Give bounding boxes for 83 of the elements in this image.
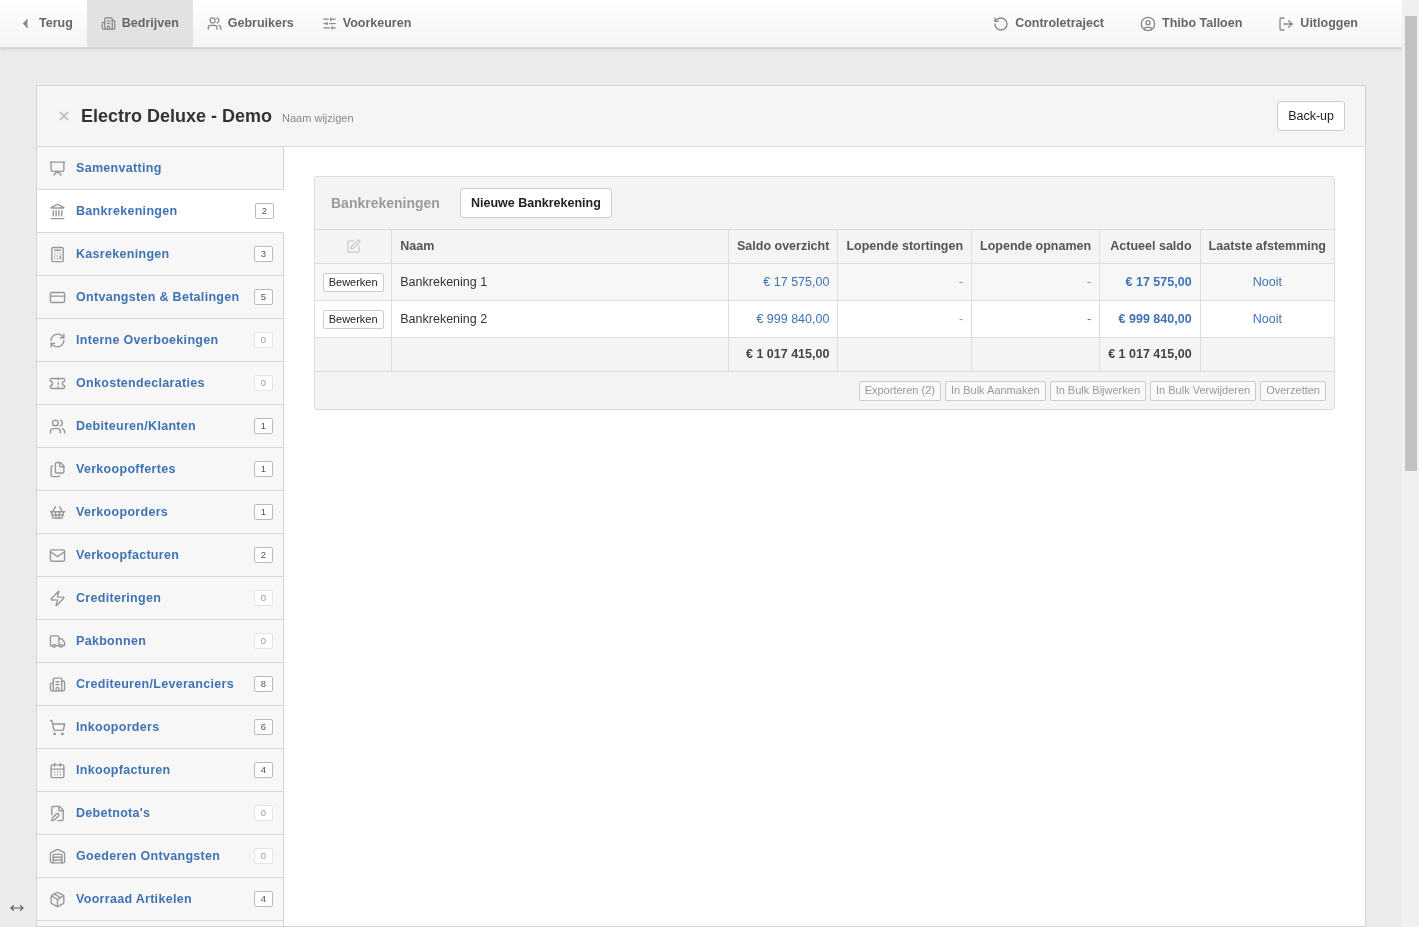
cell-link[interactable]: € 999 840,00 (756, 312, 830, 326)
nav-link[interactable]: Controletraject (979, 0, 1119, 47)
cart-icon (49, 718, 66, 736)
documents-icon (49, 460, 66, 478)
count-badge: 0 (254, 332, 273, 348)
table-cell: - (1087, 275, 1092, 289)
cell-link[interactable]: € 999 840,00 (1118, 312, 1192, 326)
table-cell: Bankrekening 1 (400, 275, 488, 289)
column-header: Laatste afstemming (1200, 229, 1334, 264)
count-badge: 0 (254, 590, 273, 606)
count-badge: 0 (254, 375, 273, 391)
envelope-icon (49, 546, 66, 564)
count-badge: 6 (254, 719, 273, 735)
basket-icon (49, 503, 66, 521)
count-badge: 0 (254, 805, 273, 821)
new-account-button[interactable]: Nieuwe Bankrekening (459, 188, 612, 218)
backup-button[interactable]: Back-up (1277, 101, 1345, 131)
count-badge: 0 (254, 848, 273, 864)
buildings-icon (49, 675, 66, 693)
nav-tab[interactable]: Terug (4, 0, 87, 47)
logout-icon (1278, 15, 1295, 32)
bulk-action-button[interactable]: In Bulk Aanmaken (944, 380, 1046, 401)
table-cell: - (1087, 312, 1092, 326)
cell-link[interactable]: Nooit (1252, 275, 1282, 289)
rename-link[interactable]: Naam wijzigen (282, 109, 354, 126)
count-badge: 4 (254, 891, 273, 907)
refresh-arrows-icon (49, 331, 66, 349)
presentation-board-icon (49, 159, 66, 177)
bulk-action-button[interactable]: Exporteren (2) (858, 380, 941, 401)
sidebar-item[interactable]: Bankrekeningen 2 (37, 190, 284, 233)
user-circle-icon (1140, 15, 1157, 32)
nav-tab[interactable]: Bedrijven (86, 0, 193, 47)
close-icon[interactable] (57, 109, 71, 123)
count-badge: 1 (254, 418, 273, 434)
count-badge: 5 (254, 289, 273, 305)
table-cell: - (958, 312, 964, 326)
cell-link[interactable]: € 17 575,00 (763, 275, 830, 289)
cash-register-icon (49, 245, 66, 263)
bulk-action-button[interactable]: In Bulk Bijwerken (1049, 380, 1146, 401)
buildings-icon (100, 16, 116, 31)
total-cell: € 1 017 415,00 (745, 347, 830, 362)
calendar-icon (49, 761, 66, 779)
cell-link[interactable]: Nooit (1252, 312, 1282, 326)
column-header: Lopende stortingen (837, 229, 972, 264)
undo-arrow-icon (993, 15, 1010, 32)
edit-button[interactable]: Bewerken (322, 309, 384, 329)
document-pen-icon (49, 804, 66, 822)
sliders-icon (321, 16, 337, 31)
count-badge: 8 (254, 676, 273, 692)
cell-link[interactable]: € 17 575,00 (1125, 275, 1192, 289)
column-header: Saldo overzicht (728, 229, 838, 264)
people-icon (206, 16, 222, 31)
bulk-action-button[interactable]: Overzetten (1260, 380, 1326, 401)
scrollbar-thumb[interactable] (1404, 16, 1417, 471)
column-header: Actueel saldo (1099, 229, 1201, 264)
panel-title: Bankrekeningen (331, 193, 440, 213)
count-badge: 3 (254, 246, 273, 262)
table-cell: Bankrekening 2 (400, 312, 488, 326)
scrollbar[interactable] (1402, 0, 1419, 927)
edit-icon (345, 239, 361, 254)
column-header: Naam (391, 229, 729, 264)
count-badge: 2 (254, 547, 273, 563)
table-cell: - (958, 275, 964, 289)
box-icon (49, 890, 66, 908)
nav-tab[interactable]: Voorkeuren (307, 0, 426, 47)
edit-button[interactable]: Bewerken (322, 272, 384, 292)
nav-link[interactable]: Uitloggen (1264, 0, 1372, 47)
nav-tab[interactable]: Gebruikers (192, 0, 308, 47)
people-icon (49, 417, 66, 435)
total-cell: € 1 017 415,00 (1108, 347, 1192, 362)
count-badge: 2 (255, 203, 274, 219)
truck-icon (49, 632, 66, 650)
count-badge: 1 (254, 461, 273, 477)
lightning-icon (49, 589, 66, 607)
count-badge: 4 (254, 762, 273, 778)
count-badge: 1 (254, 504, 273, 520)
company-title: Electro Deluxe - Demo (81, 104, 273, 128)
column-header: Lopende opnamen (971, 229, 1100, 264)
bulk-action-button[interactable]: In Bulk Verwijderen (1150, 380, 1257, 401)
warehouse-icon (49, 847, 66, 865)
nav-link[interactable]: Thibo Talloen (1126, 0, 1257, 47)
count-badge: 0 (254, 633, 273, 649)
bank-icon (49, 202, 66, 220)
